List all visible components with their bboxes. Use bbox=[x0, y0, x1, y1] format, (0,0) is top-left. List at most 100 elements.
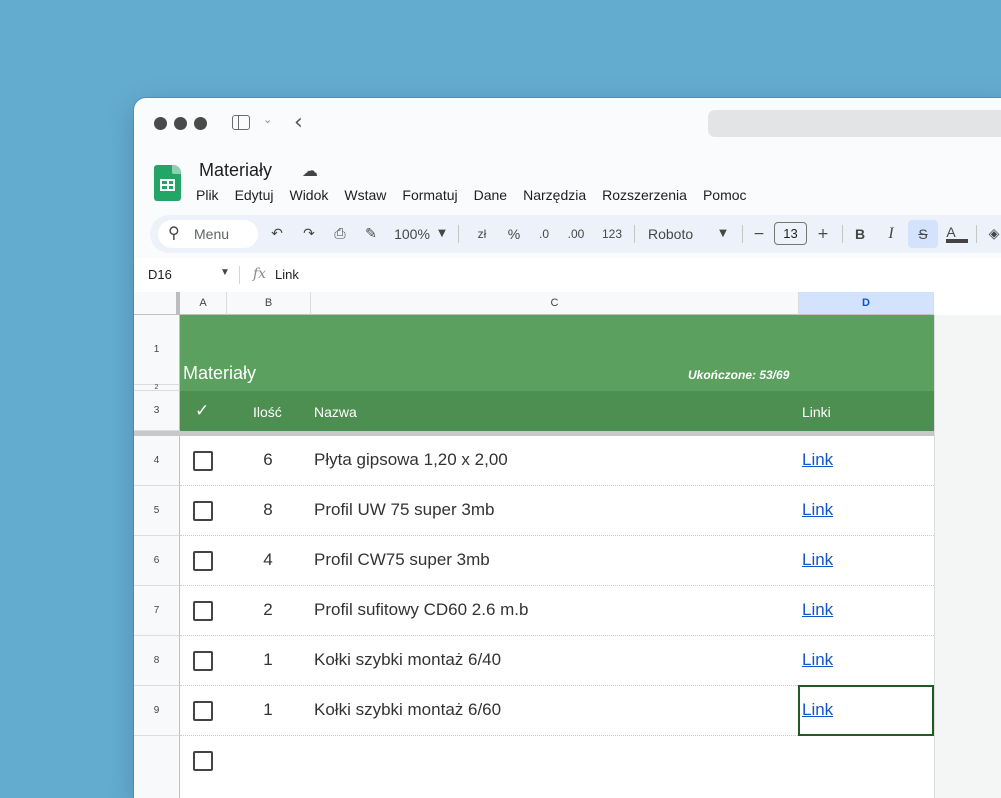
cloud-status-icon[interactable]: ☁ bbox=[302, 161, 318, 180]
decrease-decimal-button[interactable]: .0 bbox=[532, 215, 556, 253]
formula-input[interactable]: Link bbox=[275, 267, 299, 282]
row-checkbox[interactable] bbox=[193, 451, 213, 471]
row-checkbox[interactable] bbox=[193, 601, 213, 621]
qty-cell[interactable]: 8 bbox=[250, 500, 286, 520]
row-checkbox[interactable] bbox=[193, 501, 213, 521]
name-cell[interactable]: Kołki szybki montaż 6/40 bbox=[314, 650, 501, 670]
menu-widok[interactable]: Widok bbox=[289, 187, 336, 203]
menu-narzedzia[interactable]: Narzędzia bbox=[523, 187, 594, 203]
table-row: 4 Profil CW75 super 3mb Link bbox=[180, 536, 934, 586]
row-header-1[interactable]: 1 bbox=[134, 315, 180, 385]
fx-icon: fx bbox=[253, 266, 267, 282]
back-arrow-icon[interactable]: ‹ bbox=[294, 110, 303, 135]
name-cell[interactable]: Kołki szybki montaż 6/60 bbox=[314, 700, 501, 720]
link-cell[interactable]: Link bbox=[802, 650, 833, 670]
qty-cell[interactable]: 1 bbox=[250, 700, 286, 720]
toolbar-divider bbox=[976, 225, 977, 243]
table-row: 8 Profil UW 75 super 3mb Link bbox=[180, 486, 934, 536]
column-header-a[interactable]: A bbox=[180, 292, 227, 315]
font-dropdown-icon[interactable]: ▼ bbox=[716, 215, 730, 253]
column-header-b[interactable]: B bbox=[227, 292, 311, 315]
title-banner[interactable] bbox=[180, 315, 934, 391]
select-all-corner[interactable] bbox=[134, 292, 179, 315]
bold-button[interactable]: B bbox=[850, 215, 870, 253]
row-header-3[interactable]: 3 bbox=[134, 391, 180, 431]
italic-button[interactable]: I bbox=[881, 215, 901, 253]
link-cell[interactable]: Link bbox=[802, 500, 833, 520]
currency-format-button[interactable]: zł bbox=[470, 215, 494, 253]
text-color-button[interactable]: A bbox=[940, 215, 962, 253]
qty-cell[interactable]: 6 bbox=[250, 450, 286, 470]
strikethrough-icon[interactable]: S bbox=[912, 215, 934, 253]
completion-status: Ukończone: 53/69 bbox=[688, 368, 790, 382]
document-title[interactable]: Materiały bbox=[199, 160, 272, 181]
name-cell[interactable]: Płyta gipsowa 1,20 x 2,00 bbox=[314, 450, 508, 470]
row-checkbox[interactable] bbox=[193, 551, 213, 571]
formula-bar: D16 ▼ fx Link bbox=[134, 258, 1001, 293]
name-box[interactable]: D16 bbox=[148, 267, 172, 282]
row-checkbox[interactable] bbox=[193, 751, 213, 771]
menu-wstaw[interactable]: Wstaw bbox=[344, 187, 394, 203]
toolbar-divider bbox=[634, 225, 635, 243]
name-cell[interactable]: Profil CW75 super 3mb bbox=[314, 550, 490, 570]
zoom-select[interactable]: 100% bbox=[390, 215, 434, 253]
link-cell[interactable]: Link bbox=[802, 550, 833, 570]
redo-icon[interactable]: ↷ bbox=[299, 215, 319, 253]
increase-decimal-button[interactable]: .00 bbox=[562, 215, 590, 253]
row-checkbox[interactable] bbox=[193, 651, 213, 671]
row-header-8[interactable]: 8 bbox=[134, 636, 180, 686]
row-header-10[interactable] bbox=[134, 736, 180, 798]
percent-format-button[interactable]: % bbox=[504, 215, 524, 253]
maximize-window-button[interactable] bbox=[194, 117, 207, 130]
print-icon[interactable]: ⎙ bbox=[330, 215, 350, 253]
row-header-5[interactable]: 5 bbox=[134, 486, 180, 536]
font-family-select[interactable]: Roboto bbox=[648, 215, 704, 253]
row-header-7[interactable]: 7 bbox=[134, 586, 180, 636]
zoom-dropdown-icon[interactable]: ▼ bbox=[435, 215, 449, 253]
formula-divider bbox=[239, 266, 240, 284]
font-size-increase-button[interactable]: + bbox=[814, 215, 832, 253]
browser-window: ⌄ ‹ Materiały ☁ Plik Edytuj Widok Wstaw … bbox=[134, 98, 1001, 798]
menu-edytuj[interactable]: Edytuj bbox=[235, 187, 282, 203]
paint-format-icon[interactable]: ✎ bbox=[361, 215, 381, 253]
menu-rozszerzenia[interactable]: Rozszerzenia bbox=[602, 187, 695, 203]
close-window-button[interactable] bbox=[154, 117, 167, 130]
toolbar: ⚲ Menu ↶ ↷ ⎙ ✎ 100% ▼ zł % .0 .00 123 Ro… bbox=[150, 215, 1001, 253]
column-header-c[interactable]: C bbox=[311, 292, 799, 315]
undo-icon[interactable]: ↶ bbox=[267, 215, 287, 253]
name-cell[interactable]: Profil UW 75 super 3mb bbox=[314, 500, 494, 520]
row-header-9[interactable]: 9 bbox=[134, 686, 180, 736]
chevron-down-icon[interactable]: ⌄ bbox=[263, 113, 272, 126]
menu-formatuj[interactable]: Formatuj bbox=[402, 187, 465, 203]
minimize-window-button[interactable] bbox=[174, 117, 187, 130]
fill-color-icon[interactable]: ◈ bbox=[984, 215, 1001, 253]
link-cell[interactable]: Link bbox=[802, 450, 833, 470]
link-cell[interactable]: Link bbox=[802, 600, 833, 620]
font-size-input[interactable]: 13 bbox=[774, 222, 807, 245]
qty-cell[interactable]: 4 bbox=[250, 550, 286, 570]
menu-plik[interactable]: Plik bbox=[196, 187, 227, 203]
active-cell-selection[interactable] bbox=[798, 685, 934, 736]
address-bar[interactable] bbox=[708, 110, 1001, 137]
font-size-decrease-button[interactable]: − bbox=[750, 215, 768, 253]
qty-cell[interactable]: 2 bbox=[250, 600, 286, 620]
qty-cell[interactable]: 1 bbox=[250, 650, 286, 670]
name-cell[interactable]: Profil sufitowy CD60 2.6 m.b bbox=[314, 600, 528, 620]
name-box-dropdown-icon[interactable]: ▼ bbox=[220, 267, 230, 278]
number-format-button[interactable]: 123 bbox=[598, 215, 626, 253]
search-icon: ⚲ bbox=[168, 225, 180, 242]
grid-outside-area bbox=[934, 315, 1001, 798]
sidebar-toggle-icon[interactable] bbox=[232, 115, 250, 130]
row-header-6[interactable]: 6 bbox=[134, 536, 180, 586]
name-header: Nazwa bbox=[314, 404, 357, 420]
menu-dane[interactable]: Dane bbox=[474, 187, 515, 203]
sheets-logo-icon[interactable] bbox=[154, 165, 181, 201]
menu-search-input[interactable]: ⚲ Menu bbox=[158, 220, 258, 248]
row-header-4[interactable]: 4 bbox=[134, 436, 180, 486]
spreadsheet-grid[interactable]: A B C D 1 2 3 4 5 6 7 8 9 Materiały Ukoń… bbox=[134, 292, 1001, 798]
table-row: 6 Płyta gipsowa 1,20 x 2,00 Link bbox=[180, 436, 934, 486]
qty-header: Ilość bbox=[253, 404, 282, 420]
row-checkbox[interactable] bbox=[193, 701, 213, 721]
menu-pomoc[interactable]: Pomoc bbox=[703, 187, 755, 203]
column-header-d[interactable]: D bbox=[799, 292, 934, 315]
